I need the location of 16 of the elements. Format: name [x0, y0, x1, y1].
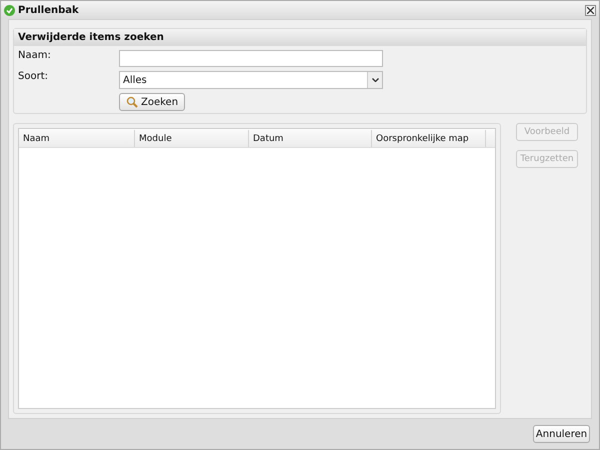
column-header[interactable]: Naam	[19, 130, 135, 147]
caret-icon	[372, 78, 378, 82]
window-title: Prullenbak	[18, 4, 80, 16]
search-icon	[126, 96, 138, 108]
column-header[interactable]: Datum	[249, 130, 372, 147]
search-button[interactable]: Zoeken	[119, 93, 186, 111]
column-header[interactable]: Oorspronkelijke map	[372, 130, 486, 147]
cancel-button[interactable]: Annuleren	[533, 425, 590, 443]
field-label: Naam:	[18, 50, 52, 61]
name-field[interactable]	[119, 50, 383, 67]
type-dropdown[interactable]: Alles	[119, 71, 383, 89]
panel-title: Verwijderde items zoeken	[14, 29, 586, 46]
close-button[interactable]	[585, 4, 596, 16]
field-label: Soort:	[18, 71, 49, 82]
app-icon	[4, 4, 15, 16]
column-header[interactable]: Module	[135, 130, 249, 147]
